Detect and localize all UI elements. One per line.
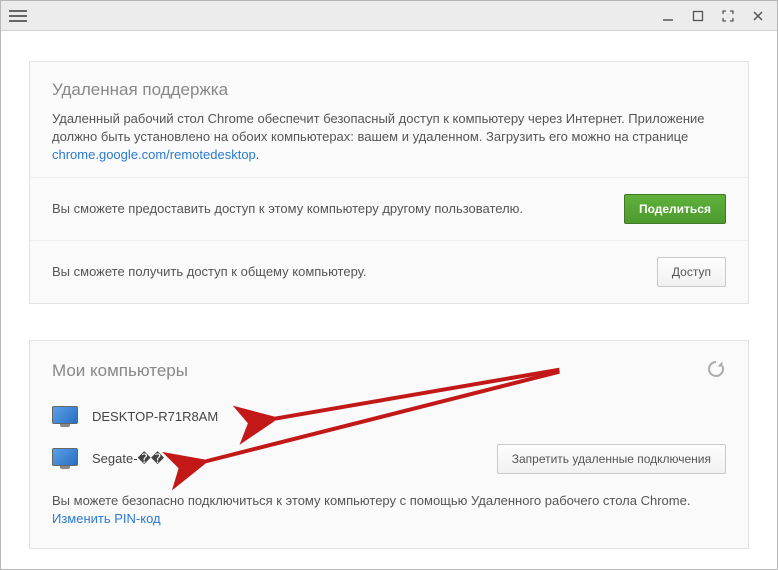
- disable-remote-button[interactable]: Запретить удаленные подключения: [497, 444, 726, 474]
- desc-text: Удаленный рабочий стол Chrome обеспечит …: [52, 111, 705, 144]
- monitor-icon: [52, 448, 78, 470]
- remote-support-header: Удаленная поддержка Удаленный рабочий ст…: [30, 62, 748, 177]
- content-area: Удаленная поддержка Удаленный рабочий ст…: [1, 31, 777, 569]
- app-window: Удаленная поддержка Удаленный рабочий ст…: [0, 0, 778, 570]
- remote-support-panel: Удаленная поддержка Удаленный рабочий ст…: [29, 61, 749, 304]
- desc-text-end: .: [256, 147, 260, 162]
- fullscreen-button[interactable]: [713, 2, 743, 30]
- share-button[interactable]: Поделиться: [624, 194, 726, 224]
- menu-icon[interactable]: [9, 7, 27, 25]
- remote-support-description: Удаленный рабочий стол Chrome обеспечит …: [52, 110, 726, 165]
- window-controls: [653, 2, 773, 30]
- computer-row[interactable]: DESKTOP-R71R8AM: [30, 398, 748, 436]
- titlebar: [1, 1, 777, 31]
- remote-desktop-link[interactable]: chrome.google.com/remotedesktop: [52, 147, 256, 162]
- maximize-button[interactable]: [683, 2, 713, 30]
- remote-support-title: Удаленная поддержка: [52, 80, 726, 100]
- monitor-icon: [52, 406, 78, 428]
- computer-name: DESKTOP-R71R8AM: [92, 409, 218, 424]
- footer-text: Вы можете безопасно подключиться к этому…: [52, 493, 690, 508]
- share-text: Вы сможете предоставить доступ к этому к…: [52, 201, 612, 216]
- computer-name: Segate-��: [92, 451, 164, 467]
- refresh-icon[interactable]: [706, 359, 726, 384]
- my-computers-header: Мои компьютеры: [30, 341, 748, 398]
- my-computers-footer: Вы можете безопасно подключиться к этому…: [30, 482, 748, 548]
- minimize-button[interactable]: [653, 2, 683, 30]
- my-computers-title: Мои компьютеры: [52, 361, 188, 381]
- share-row: Вы сможете предоставить доступ к этому к…: [30, 177, 748, 240]
- change-pin-link[interactable]: Изменить PIN-код: [52, 511, 161, 526]
- access-button[interactable]: Доступ: [657, 257, 726, 287]
- access-row: Вы сможете получить доступ к общему комп…: [30, 240, 748, 303]
- close-button[interactable]: [743, 2, 773, 30]
- access-text: Вы сможете получить доступ к общему комп…: [52, 264, 645, 279]
- computer-row[interactable]: Segate-�� Запретить удаленные подключени…: [30, 436, 748, 482]
- my-computers-panel: Мои компьютеры DESKTOP-R71R8AM: [29, 340, 749, 549]
